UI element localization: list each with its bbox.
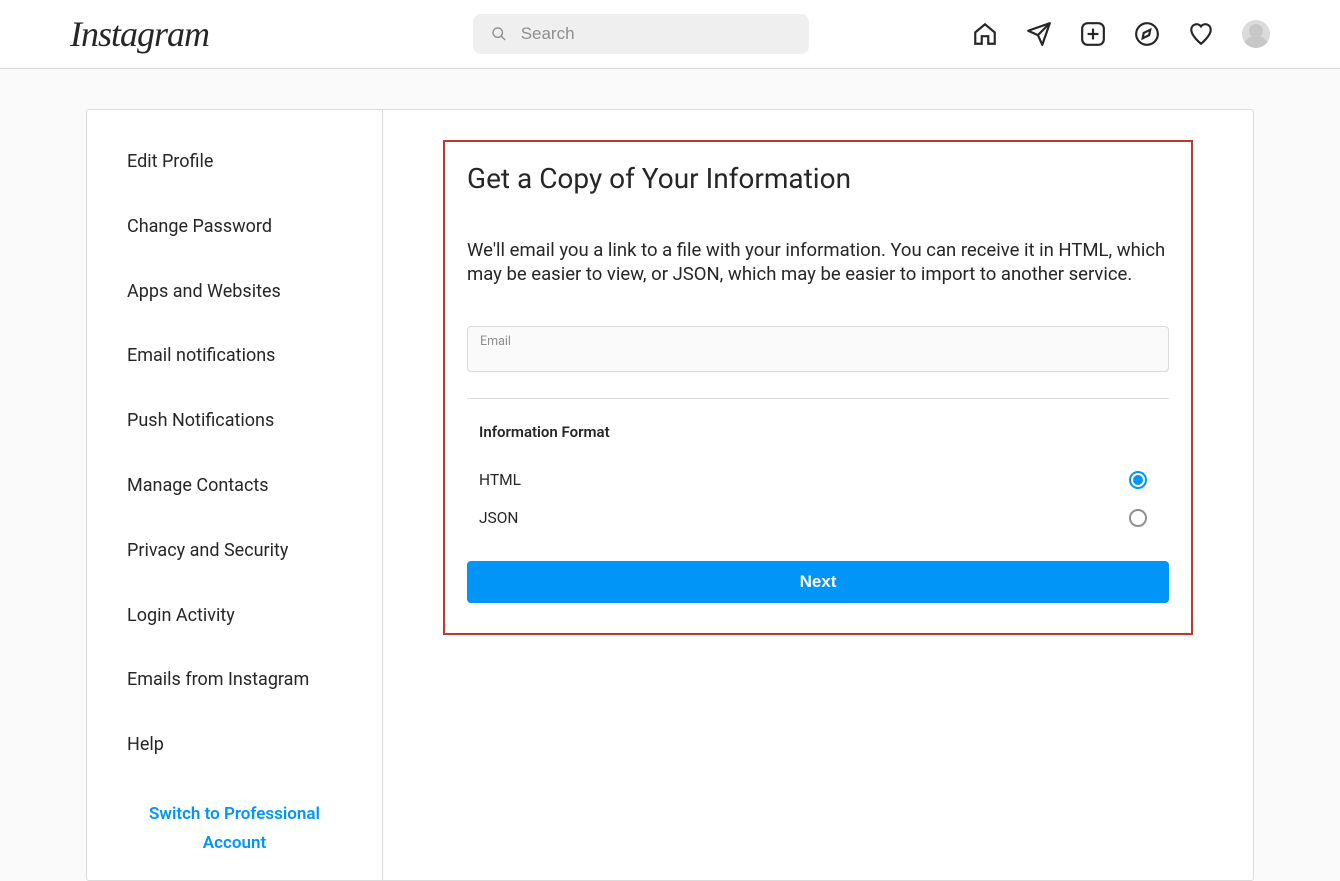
sidebar-item-push-notifications[interactable]: Push Notifications [87,389,382,454]
sidebar-item-emails-from-instagram[interactable]: Emails from Instagram [87,648,382,713]
sidebar-item-privacy-security[interactable]: Privacy and Security [87,519,382,584]
format-label-json: JSON [479,509,518,527]
radio-json[interactable] [1129,509,1147,527]
app-header: Instagram [0,0,1340,69]
nav-icons [972,20,1270,48]
format-option-json[interactable]: JSON [467,499,1169,537]
profile-avatar[interactable] [1242,20,1270,48]
format-option-html[interactable]: HTML [467,461,1169,499]
switch-professional-link[interactable]: Switch to Professional Account [87,778,382,880]
page-description: We'll email you a link to a file with yo… [467,239,1169,286]
sidebar-item-help[interactable]: Help [87,713,382,778]
format-label-html: HTML [479,471,521,489]
radio-html[interactable] [1129,471,1147,489]
divider [467,398,1169,399]
sidebar-item-edit-profile[interactable]: Edit Profile [87,130,382,195]
highlighted-section: Get a Copy of Your Information We'll ema… [443,140,1193,635]
sidebar-item-change-password[interactable]: Change Password [87,195,382,260]
search-input[interactable] [521,24,791,44]
email-label: Email [480,334,1156,349]
instagram-logo[interactable]: Instagram [70,13,209,55]
page-title: Get a Copy of Your Information [467,162,1169,195]
search-container[interactable] [473,14,809,54]
explore-icon[interactable] [1134,21,1160,47]
settings-container: Edit Profile Change Password Apps and We… [86,109,1254,881]
main-content: Get a Copy of Your Information We'll ema… [383,110,1253,880]
sidebar-item-login-activity[interactable]: Login Activity [87,584,382,649]
home-icon[interactable] [972,21,998,47]
messages-icon[interactable] [1026,21,1052,47]
activity-icon[interactable] [1188,21,1214,47]
format-title: Information Format [467,423,1169,441]
next-button[interactable]: Next [467,561,1169,603]
new-post-icon[interactable] [1080,21,1106,47]
search-icon [491,25,507,43]
settings-sidebar: Edit Profile Change Password Apps and We… [87,110,383,880]
sidebar-item-apps-websites[interactable]: Apps and Websites [87,260,382,325]
email-field[interactable]: Email [467,326,1169,372]
sidebar-item-email-notifications[interactable]: Email notifications [87,324,382,389]
sidebar-item-manage-contacts[interactable]: Manage Contacts [87,454,382,519]
